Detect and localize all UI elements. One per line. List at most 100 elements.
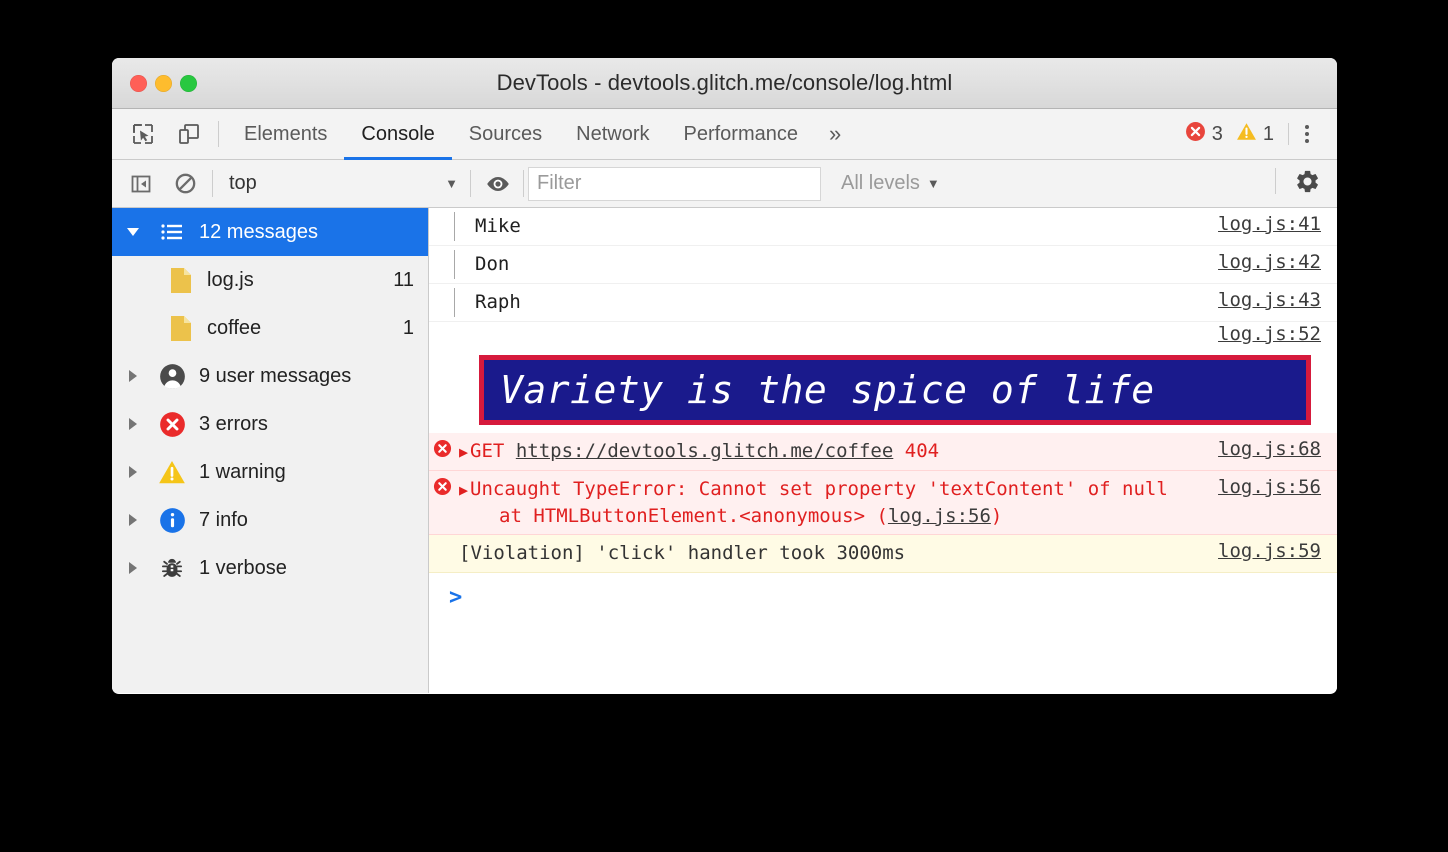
stack-frame-suffix: ) — [990, 504, 1003, 527]
console-message-row-violation[interactable]: [Violation] 'click' handler took 3000ms … — [429, 534, 1337, 573]
tab-elements[interactable]: Elements — [227, 109, 344, 159]
expand-triangle-icon[interactable]: ▶ — [459, 481, 468, 499]
twisty-right-icon[interactable] — [112, 562, 154, 574]
error-icon — [1185, 121, 1206, 148]
devtools-tabbar: Elements Console Sources Network Perform… — [112, 109, 1337, 160]
styled-message-text: Variety is the spice of life — [479, 355, 1311, 425]
sidebar-item-count: 1 — [402, 316, 414, 339]
user-icon — [154, 363, 190, 390]
filterbar-divider-3 — [523, 170, 524, 197]
kebab-menu-icon[interactable] — [1289, 125, 1325, 143]
execution-context-value: top — [229, 172, 257, 194]
sidebar-item-log-js[interactable]: log.js 11 — [112, 256, 428, 304]
sidebar-item-errors[interactable]: 3 errors — [112, 400, 428, 448]
sidebar-item-label: 1 verbose — [199, 556, 287, 579]
error-count-badge[interactable]: 3 — [1185, 121, 1223, 148]
console-message-row-network-error[interactable]: ▶ GET https://devtools.glitch.me/coffee 4… — [429, 433, 1337, 471]
minimize-window-button[interactable] — [155, 74, 172, 92]
console-message-row-styled[interactable]: log.js:52 Variety is the spice of life — [429, 322, 1337, 425]
more-tabs-label: » — [829, 121, 842, 146]
tab-console[interactable]: Console — [344, 109, 453, 160]
sidebar-item-verbose[interactable]: 1 verbose — [112, 544, 428, 592]
file-icon — [164, 315, 198, 342]
sidebar-item-info[interactable]: 7 info — [112, 496, 428, 544]
devtools-window: DevTools - devtools.glitch.me/console/lo… — [112, 58, 1337, 694]
message-source-link[interactable]: log.js:59 — [1204, 539, 1337, 562]
clear-console-icon[interactable] — [168, 167, 202, 201]
sidebar-item-warnings[interactable]: 1 warning — [112, 448, 428, 496]
message-text: Don — [475, 253, 510, 275]
twisty-down-icon[interactable] — [112, 228, 154, 236]
console-message-row[interactable]: Mike log.js:41 — [429, 208, 1337, 246]
show-console-sidebar-icon[interactable] — [124, 167, 158, 201]
message-source-link[interactable]: log.js:68 — [1204, 437, 1337, 460]
message-source-link[interactable]: log.js:56 — [1204, 475, 1337, 498]
toolbar-icon-group — [112, 109, 210, 159]
sidebar-item-label: 9 user messages — [199, 364, 352, 387]
twisty-right-icon[interactable] — [112, 514, 154, 526]
execution-context-selector[interactable]: top ▼ — [223, 167, 466, 201]
error-count: 3 — [1211, 122, 1223, 145]
toolbar-status-group: 3 1 — [1185, 109, 1337, 159]
console-message-row[interactable]: Don log.js:42 — [429, 246, 1337, 284]
twisty-right-icon[interactable] — [112, 418, 154, 430]
console-prompt[interactable]: > — [429, 572, 1337, 629]
tab-label: Console — [361, 122, 435, 145]
file-icon — [164, 267, 198, 294]
tab-label: Network — [576, 122, 650, 145]
tab-performance[interactable]: Performance — [667, 109, 816, 159]
message-text: Mike — [475, 215, 521, 237]
tab-sources[interactable]: Sources — [452, 109, 559, 159]
warning-icon — [1236, 121, 1257, 148]
request-url[interactable]: https://devtools.glitch.me/coffee — [516, 440, 894, 462]
filter-input[interactable] — [528, 166, 821, 201]
warning-icon — [154, 459, 190, 485]
maximize-window-button[interactable] — [180, 74, 197, 92]
info-icon — [154, 507, 190, 534]
filterbar-divider-2 — [470, 170, 471, 197]
window-title: DevTools - devtools.glitch.me/console/lo… — [496, 70, 953, 95]
twisty-right-icon[interactable] — [112, 466, 154, 478]
inspect-element-icon[interactable] — [126, 117, 160, 151]
error-icon — [429, 475, 455, 496]
request-status: 404 — [904, 440, 940, 462]
message-source-link[interactable]: log.js:43 — [1204, 288, 1337, 311]
sidebar-item-label: coffee — [207, 316, 262, 339]
more-tabs-icon[interactable]: » — [815, 109, 855, 159]
sidebar-item-user-messages[interactable]: 9 user messages — [112, 352, 428, 400]
sidebar-item-messages[interactable]: 12 messages — [112, 208, 428, 256]
device-toolbar-icon[interactable] — [172, 117, 206, 151]
stack-frame-prefix: at HTMLButtonElement.<anonymous> ( — [499, 504, 888, 527]
console-message-row-exception[interactable]: ▶ Uncaught TypeError: Cannot set property… — [429, 471, 1337, 535]
tab-network[interactable]: Network — [559, 109, 666, 159]
log-level-value: All levels — [841, 172, 920, 194]
stack-frame-link[interactable]: log.js:56 — [888, 505, 991, 527]
message-source-link[interactable]: log.js:41 — [1204, 212, 1337, 235]
console-message-row[interactable]: Raph log.js:43 — [429, 284, 1337, 322]
message-source-link[interactable]: log.js:52 — [1204, 322, 1337, 345]
log-level-selector[interactable]: All levels ▼ — [831, 172, 950, 195]
warning-count-badge[interactable]: 1 — [1236, 121, 1274, 148]
tab-label: Performance — [683, 122, 799, 145]
filterbar-divider-1 — [212, 170, 213, 197]
gear-icon[interactable] — [1294, 168, 1321, 200]
exception-text: Uncaught TypeError: Cannot set property … — [470, 478, 1168, 500]
exception-body: ▶ Uncaught TypeError: Cannot set property… — [455, 475, 1204, 530]
sidebar-item-coffee[interactable]: coffee 1 — [112, 304, 428, 352]
message-text: Raph — [475, 291, 521, 313]
message-source-link[interactable]: log.js:42 — [1204, 250, 1337, 273]
window-titlebar: DevTools - devtools.glitch.me/console/lo… — [112, 58, 1337, 109]
twisty-right-icon[interactable] — [112, 370, 154, 382]
warning-count: 1 — [1262, 122, 1274, 145]
tab-label: Sources — [468, 122, 543, 145]
request-method: GET — [470, 440, 505, 462]
console-body: 12 messages log.js 11 coffee 1 9 user me… — [112, 208, 1337, 693]
eye-icon[interactable] — [481, 167, 515, 201]
expand-triangle-icon[interactable]: ▶ — [459, 443, 468, 461]
bug-icon — [154, 555, 190, 581]
list-icon — [154, 222, 190, 242]
sidebar-item-label: log.js — [207, 268, 254, 291]
chevron-down-icon: ▼ — [926, 176, 940, 191]
close-window-button[interactable] — [130, 74, 147, 92]
console-message-list: Mike log.js:41 Don log.js:42 Raph log.js… — [429, 208, 1337, 693]
